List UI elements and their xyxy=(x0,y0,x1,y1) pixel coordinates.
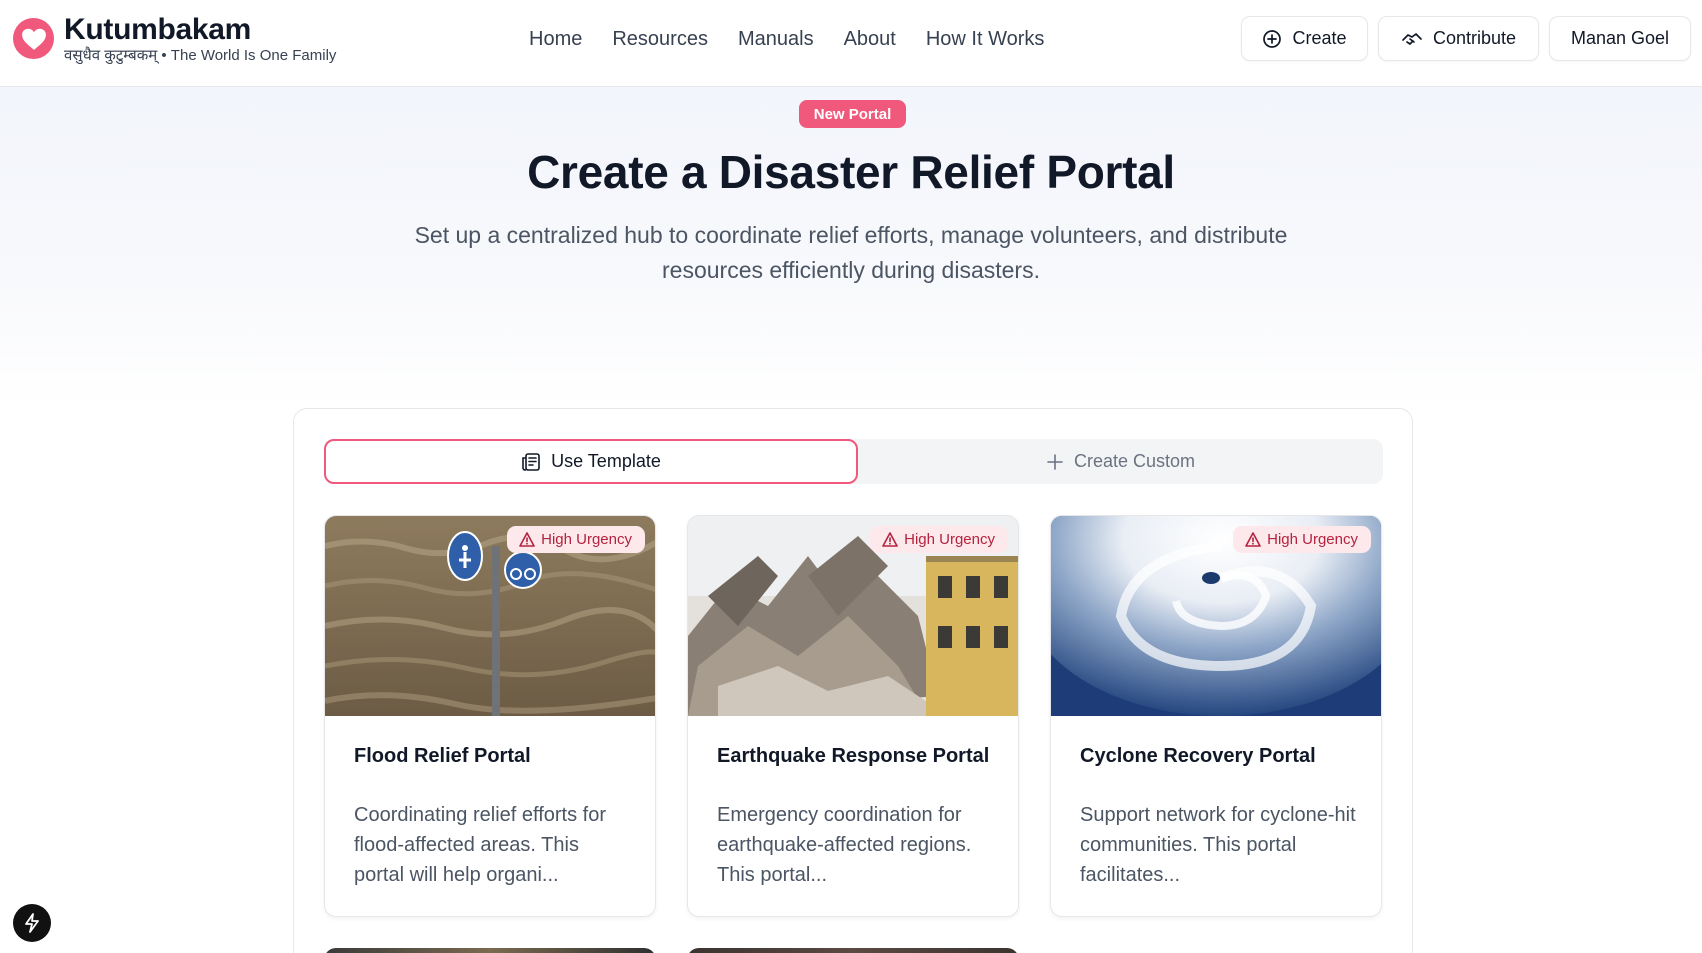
card-description: Support network for cyclone-hit communit… xyxy=(1080,804,1356,886)
urgency-badge: High Urgency xyxy=(870,526,1008,553)
tab-use-template[interactable]: Use Template xyxy=(324,439,858,484)
create-button-label: Create xyxy=(1292,28,1347,48)
urgency-label: High Urgency xyxy=(1267,531,1358,548)
top-header: Kutumbakam वसुधैव कुटुम्बकम् • The World… xyxy=(0,0,1702,87)
contribute-button-label: Contribute xyxy=(1432,28,1517,48)
user-menu-button[interactable]: Manan Goel xyxy=(1549,16,1691,61)
urgency-badge: High Urgency xyxy=(1233,526,1371,553)
template-card-flood[interactable]: High Urgency Flood Relief Portal Coordin… xyxy=(324,515,656,917)
warning-triangle-icon xyxy=(1245,532,1261,547)
brand-tagline: वसुधैव कुटुम्बकम् • The World Is One Fam… xyxy=(64,47,337,64)
card-description: Emergency coordination for earthquake-af… xyxy=(717,804,972,886)
floating-action-button[interactable] xyxy=(13,904,51,942)
urgency-badge: High Urgency xyxy=(507,526,645,553)
new-portal-badge: New Portal xyxy=(799,100,906,128)
nav-home[interactable]: Home xyxy=(529,24,582,54)
creation-mode-tabs: Use Template Create Custom xyxy=(324,439,1383,484)
heart-logo-icon xyxy=(13,18,54,59)
card-title: Earthquake Response Portal xyxy=(717,745,990,767)
nav-how-it-works[interactable]: How It Works xyxy=(926,24,1045,54)
nav-manuals[interactable]: Manuals xyxy=(738,24,814,54)
template-card-earthquake[interactable]: High Urgency Earthquake Response Portal … xyxy=(687,515,1019,917)
urgency-label: High Urgency xyxy=(904,531,995,548)
lightning-bolt-icon xyxy=(25,913,39,933)
plus-icon xyxy=(1047,453,1063,470)
nav-resources[interactable]: Resources xyxy=(612,24,708,54)
card-title: Cyclone Recovery Portal xyxy=(1080,745,1316,767)
page-title: Create a Disaster Relief Portal xyxy=(527,146,1175,198)
portal-creation-panel: Use Template Create Custom High Urgency … xyxy=(293,408,1413,953)
warning-triangle-icon xyxy=(519,532,535,547)
main-nav: Home Resources Manuals About How It Work… xyxy=(529,24,1074,54)
card-description: Coordinating relief efforts for flood-af… xyxy=(354,804,606,886)
urgency-label: High Urgency xyxy=(541,531,632,548)
tab-use-template-label: Use Template xyxy=(551,451,661,471)
nav-about[interactable]: About xyxy=(844,24,896,54)
template-card-peek[interactable] xyxy=(687,948,1019,953)
template-card-peek[interactable] xyxy=(324,948,656,953)
page-subtitle: Set up a centralized hub to coordinate r… xyxy=(414,222,1288,283)
template-card-cyclone[interactable]: High Urgency Cyclone Recovery Portal Sup… xyxy=(1050,515,1382,917)
newspaper-icon xyxy=(522,452,540,471)
brand-name: Kutumbakam xyxy=(64,13,252,46)
brand[interactable]: Kutumbakam वसुधैव कुटुम्बकम् • The World… xyxy=(13,14,336,65)
plus-circle-icon xyxy=(1263,29,1282,48)
contribute-button[interactable]: Contribute xyxy=(1378,16,1539,61)
tab-create-custom-label: Create Custom xyxy=(1073,451,1196,471)
tab-create-custom[interactable]: Create Custom xyxy=(858,439,1383,484)
handshake-icon xyxy=(1402,32,1422,45)
card-title: Flood Relief Portal xyxy=(354,745,531,767)
warning-triangle-icon xyxy=(882,532,898,547)
create-button[interactable]: Create xyxy=(1241,16,1368,61)
